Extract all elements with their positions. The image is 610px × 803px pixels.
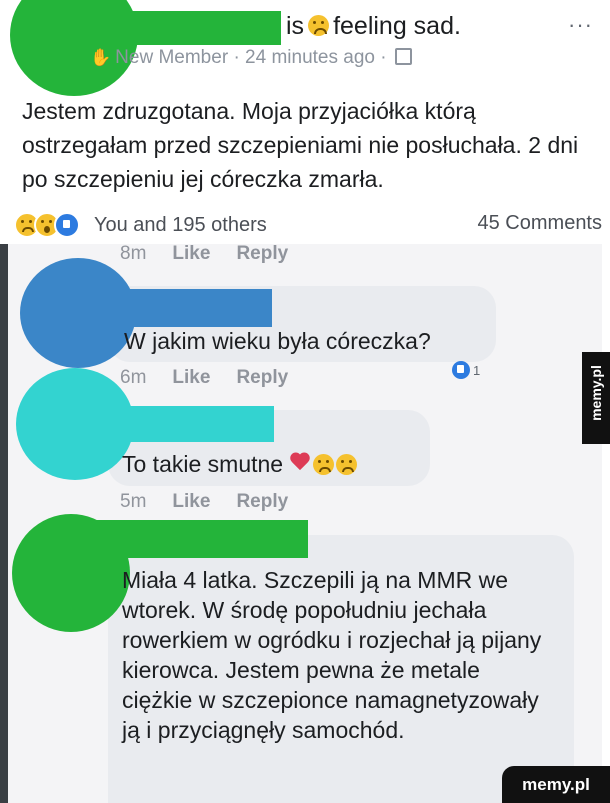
broken-heart-icon xyxy=(289,453,311,473)
feeling-prefix: is xyxy=(286,12,305,40)
corner-watermark: memy.pl xyxy=(502,766,610,803)
commenter-name-redacted[interactable] xyxy=(70,406,274,442)
comment-time: 5m xyxy=(120,491,147,512)
reactions-summary[interactable]: You and 195 others xyxy=(14,212,267,238)
reply-link[interactable]: Reply xyxy=(236,367,288,388)
commenter-name-redacted[interactable] xyxy=(68,520,308,558)
comment-text: W jakim wieku była córeczka? xyxy=(124,328,431,354)
comment-text-row: To takie smutne xyxy=(122,451,358,478)
reactions-count[interactable]: You and 195 others xyxy=(94,214,267,237)
crying-face-icon xyxy=(336,454,358,475)
like-link[interactable]: Like xyxy=(172,491,210,512)
more-options-button[interactable]: ··· xyxy=(568,12,593,38)
left-edge-strip xyxy=(0,244,8,803)
comment-actions: 5m Like Reply xyxy=(120,491,288,513)
comment-actions: 8m Like Reply xyxy=(120,243,288,265)
like-link[interactable]: Like xyxy=(172,243,210,264)
post-meta: ✋ New Member · 24 minutes ago · xyxy=(90,47,412,69)
post-body: Jestem zdruzgotana. Moja przyjaciółka kt… xyxy=(22,98,579,192)
comment-text: To takie smutne xyxy=(122,451,284,477)
comment-text: Miała 4 latka. Szczepili ją na MMR we wt… xyxy=(122,567,542,743)
comment-time: 8m xyxy=(120,243,147,264)
side-watermark: memy.pl xyxy=(582,352,610,444)
sad-face-icon xyxy=(308,15,330,36)
comment-time: 6m xyxy=(120,367,147,388)
member-badge[interactable]: New Member xyxy=(115,47,228,68)
reply-link[interactable]: Reply xyxy=(236,491,288,512)
reply-link[interactable]: Reply xyxy=(236,243,288,264)
privacy-icon[interactable] xyxy=(394,48,412,65)
commenter-name-redacted[interactable] xyxy=(70,289,272,327)
author-name-redacted[interactable] xyxy=(70,11,281,45)
side-watermark-text: memy.pl xyxy=(588,365,604,421)
waving-hand-icon: ✋ xyxy=(90,48,112,67)
like-count: 1 xyxy=(473,362,481,378)
meta-separator: · xyxy=(380,47,387,68)
comment-like-badge[interactable]: 1 xyxy=(452,360,480,380)
comment-actions: 6m Like Reply xyxy=(120,367,288,389)
like-icon xyxy=(452,361,470,379)
meta-separator: · xyxy=(233,47,240,68)
feeling-text: feeling sad. xyxy=(333,12,461,40)
like-reaction-icon xyxy=(54,212,80,238)
like-link[interactable]: Like xyxy=(172,367,210,388)
comments-count[interactable]: 45 Comments xyxy=(478,212,603,235)
crying-face-icon xyxy=(313,454,335,475)
post-time[interactable]: 24 minutes ago xyxy=(245,47,375,68)
feeling-status: is feeling sad. xyxy=(286,12,461,41)
